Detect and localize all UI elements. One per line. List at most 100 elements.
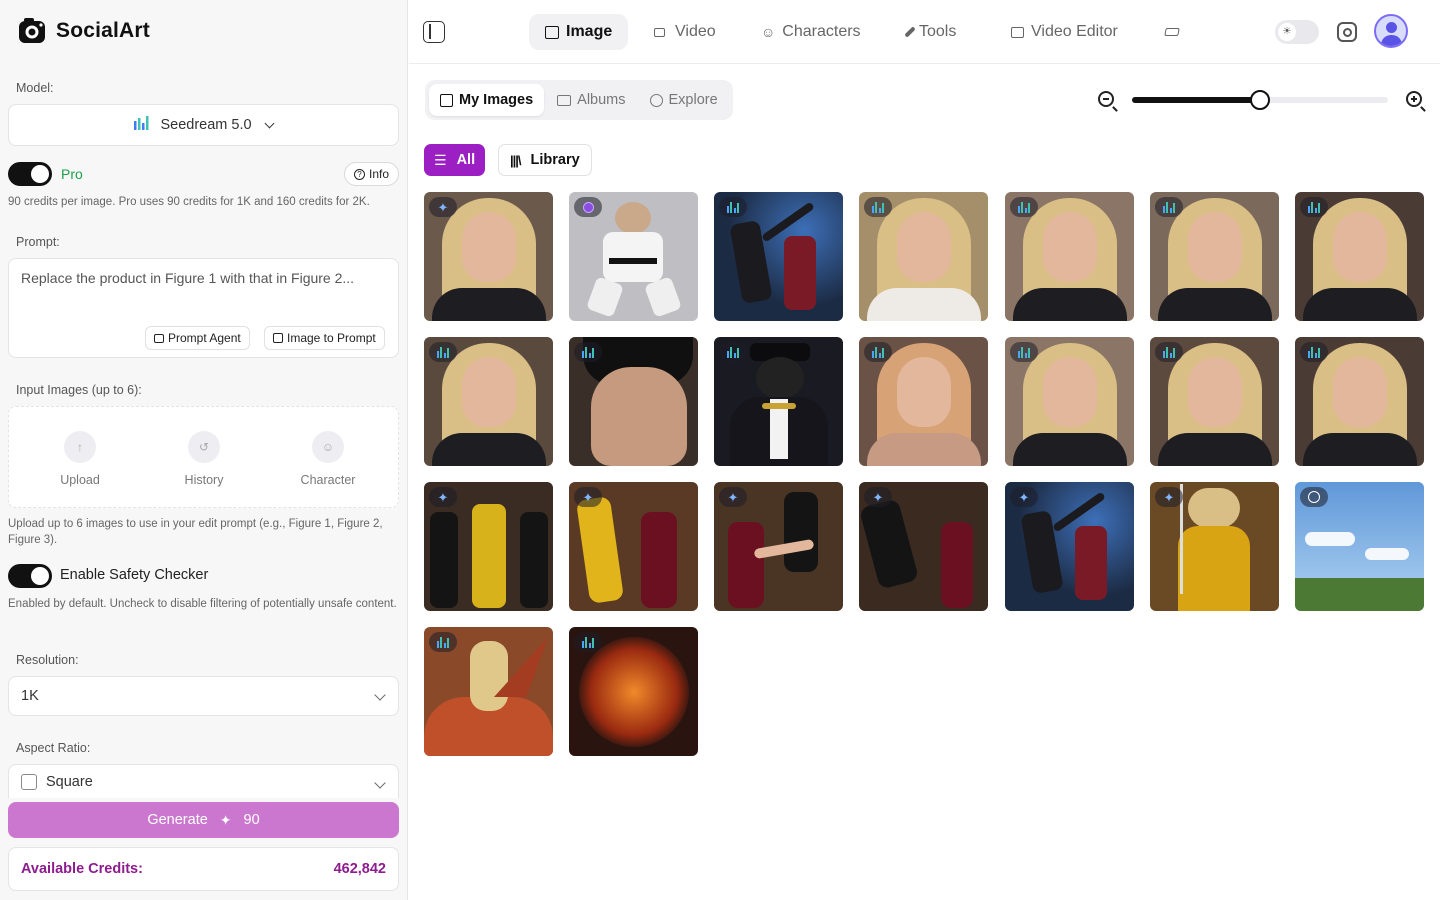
seedream-model-badge-icon [1300, 197, 1328, 217]
input-images-label: Input Images (up to 6): [16, 383, 142, 397]
video-icon [654, 27, 668, 37]
history-icon: ↺ [188, 431, 220, 463]
model-value: Seedream 5.0 [160, 117, 252, 133]
compass-icon [649, 93, 663, 107]
zoom-slider-fill [1132, 97, 1260, 103]
nav-characters[interactable]: ☺ Characters [745, 14, 877, 50]
tab-label: My Images [459, 92, 534, 108]
gallery-image[interactable] [1295, 192, 1424, 321]
gallery-image[interactable]: ✦ [1005, 482, 1134, 611]
top-navigation: Image Video ☺ Characters Tools Video Editor ☀ [409, 0, 1440, 64]
gallery-image[interactable] [714, 192, 843, 321]
nav-image[interactable]: Image [529, 14, 629, 50]
gemini-model-badge-icon: ✦ [429, 197, 457, 217]
gallery-image[interactable]: ✦ [1150, 482, 1279, 611]
nav-video-editor[interactable]: Video Editor [995, 14, 1134, 50]
gallery-image[interactable]: ✦ [424, 482, 553, 611]
wrench-icon [904, 26, 916, 38]
resolution-value: 1K [21, 688, 39, 704]
gallery-image[interactable]: ✦ [714, 482, 843, 611]
zoom-slider[interactable] [1132, 90, 1388, 110]
zoom-slider-thumb[interactable] [1250, 90, 1270, 110]
gallery-image[interactable] [569, 337, 698, 466]
gallery-image[interactable] [569, 627, 698, 756]
resolution-label: Resolution: [16, 653, 79, 667]
nav-label: Image [566, 23, 613, 40]
nav-learn[interactable] [1149, 14, 1195, 50]
gallery-image[interactable] [569, 192, 698, 321]
seedream-model-badge-icon [719, 342, 747, 362]
graduation-cap-icon [1164, 28, 1180, 36]
upload-slot[interactable]: ↑ Upload [35, 431, 125, 487]
aspect-ratio-select[interactable]: Square [8, 764, 399, 798]
gallery-image[interactable]: ✦ [569, 482, 698, 611]
nav-tools[interactable]: Tools [892, 14, 972, 50]
image-icon [545, 25, 559, 39]
credits-label: Available Credits: [21, 861, 143, 877]
gallery-image[interactable] [859, 337, 988, 466]
zoom-in-icon[interactable] [1406, 91, 1422, 107]
filter-all-button[interactable]: ☰ All [424, 144, 486, 176]
gallery-image[interactable] [1295, 482, 1424, 611]
gemini-model-badge-icon: ✦ [574, 487, 602, 507]
brand-name: SocialArt [56, 19, 150, 42]
gallery-image[interactable] [859, 192, 988, 321]
safety-checker-toggle[interactable] [8, 564, 52, 588]
instagram-icon[interactable] [1337, 22, 1357, 42]
aspect-ratio-value: Square [46, 773, 93, 790]
tab-explore[interactable]: Explore [639, 84, 729, 116]
gallery-image[interactable]: ✦ [859, 482, 988, 611]
input-images-dropzone[interactable]: ↑ Upload ↺ History ☺ Character [8, 406, 399, 508]
nav-label: Tools [919, 23, 957, 40]
gallery-image[interactable] [1150, 337, 1279, 466]
image-to-prompt-button[interactable]: Image to Prompt [264, 326, 385, 350]
gallery-image[interactable] [1295, 337, 1424, 466]
zoom-out-icon[interactable] [1098, 91, 1114, 107]
avatar[interactable] [1374, 14, 1408, 48]
tab-albums[interactable]: Albums [546, 84, 636, 116]
generate-button[interactable]: Generate ✦ 90 [8, 802, 399, 838]
character-slot[interactable]: ☺ Character [283, 431, 373, 487]
gallery-tabs: My Images Albums Explore [425, 80, 733, 120]
upload-label: Upload [60, 473, 100, 487]
tab-label: Explore [668, 92, 718, 108]
gallery-image[interactable] [424, 627, 553, 756]
character-label: Character [300, 473, 356, 487]
user-icon: ☺ [312, 431, 344, 463]
prompt-agent-button[interactable]: Prompt Agent [145, 326, 250, 350]
gallery-image[interactable] [714, 337, 843, 466]
resolution-select[interactable]: 1K [8, 676, 399, 716]
pro-toggle[interactable] [8, 162, 52, 186]
safety-hint: Enabled by default. Uncheck to disable f… [8, 598, 397, 610]
safety-checker-label: Enable Safety Checker [60, 567, 209, 583]
filter-library-button[interactable]: |||\ Library [498, 144, 592, 176]
model-select[interactable]: Seedream 5.0 [8, 104, 399, 146]
chevron-down-icon [374, 777, 386, 789]
gallery-image[interactable] [1005, 337, 1134, 466]
gallery-image[interactable] [424, 337, 553, 466]
seedream-model-icon [134, 116, 150, 134]
clapper-icon [1011, 26, 1024, 38]
brand-logo[interactable]: SocialArt [18, 16, 150, 46]
nav-label: Video Editor [1031, 23, 1118, 40]
app-root: SocialArt Model: Seedream 5.0 Pro ? Info… [0, 0, 1440, 900]
available-credits: Available Credits: 462,842 [8, 847, 399, 891]
openai-model-badge-icon [1300, 487, 1328, 507]
sun-icon: ☀ [1278, 23, 1296, 41]
tab-my-images[interactable]: My Images [429, 84, 545, 116]
sidebar-toggle-icon[interactable] [423, 21, 445, 43]
theme-toggle[interactable]: ☀ [1275, 20, 1319, 44]
seedream-model-badge-icon [1155, 197, 1183, 217]
nav-label: Video [675, 23, 716, 40]
chevron-down-icon [264, 118, 274, 128]
nav-video[interactable]: Video [638, 14, 732, 50]
seedream-model-badge-icon [574, 632, 602, 652]
gallery-image[interactable] [1005, 192, 1134, 321]
gallery-image[interactable]: ✦ [424, 192, 553, 321]
purple-model-badge-icon [574, 197, 602, 217]
history-slot[interactable]: ↺ History [159, 431, 249, 487]
gallery-image[interactable] [1150, 192, 1279, 321]
image-icon [273, 333, 283, 343]
sidebar: SocialArt Model: Seedream 5.0 Pro ? Info… [0, 0, 408, 900]
info-button[interactable]: ? Info [344, 162, 400, 186]
